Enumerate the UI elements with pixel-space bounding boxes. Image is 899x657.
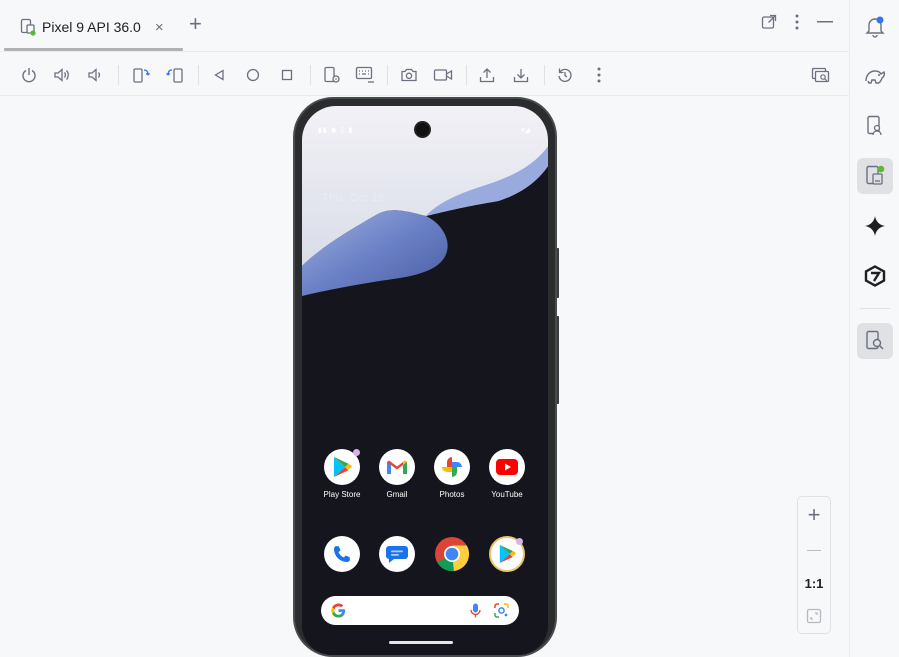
running-devices-window: Pixel 9 API 36.0 × + ▮▮ ◉ ▯ ▮ ▾◢ Thu, Oc… (0, 0, 899, 657)
app-play-store-dock[interactable] (482, 536, 532, 572)
voice-search-icon[interactable] (470, 603, 481, 619)
close-tab-icon[interactable]: × (155, 19, 164, 36)
zoom-in-button[interactable]: + (798, 500, 830, 530)
running-devices-icon[interactable] (857, 158, 893, 194)
layout-inspector-icon[interactable] (857, 323, 893, 359)
strip-separator (860, 308, 890, 309)
status-icons-right: ▾◢ (521, 127, 530, 134)
gesture-nav-bar[interactable] (389, 641, 453, 644)
active-tab-indicator (4, 48, 183, 51)
app-label: Play Store (323, 490, 361, 499)
zoom-out-button[interactable]: — (798, 534, 830, 564)
overview-icon[interactable] (276, 64, 298, 86)
app-messages[interactable] (372, 536, 422, 572)
app-dock (317, 536, 532, 572)
upload-icon[interactable] (476, 64, 498, 86)
phone-frame: ▮▮ ◉ ▯ ▮ ▾◢ Thu, Oct 16 Play Store Gmail (293, 97, 557, 657)
download-icon[interactable] (510, 64, 532, 86)
play-store-alt-icon (489, 536, 525, 572)
add-device-button[interactable]: + (189, 13, 202, 35)
app-photos[interactable]: Photos (427, 449, 477, 499)
phone-icon (324, 536, 360, 572)
toolbar-separator (198, 65, 199, 85)
right-tool-strip (849, 0, 899, 657)
app-row-primary: Play Store Gmail Photos YouTube (317, 449, 532, 499)
youtube-icon (489, 449, 525, 485)
home-icon[interactable] (242, 64, 264, 86)
tab-pixel-9[interactable]: Pixel 9 API 36.0 × (6, 8, 184, 46)
device-toolbar (0, 53, 849, 96)
gradle-icon[interactable] (857, 58, 893, 94)
toolbar-separator (466, 65, 467, 85)
screen-record-icon[interactable] (432, 64, 454, 86)
screenshot-icon[interactable] (398, 64, 420, 86)
photos-icon (434, 449, 470, 485)
app-label: Gmail (386, 490, 408, 499)
back-icon[interactable] (208, 64, 230, 86)
google-icon (331, 603, 346, 618)
front-camera (414, 121, 431, 138)
actual-size-button[interactable]: 1:1 (798, 568, 830, 598)
volume-up-icon[interactable] (51, 64, 73, 86)
messages-icon (379, 536, 415, 572)
reset-icon[interactable] (554, 64, 576, 86)
more-icon[interactable] (588, 64, 610, 86)
date-widget[interactable]: Thu, Oct 16 (322, 192, 385, 204)
toolbar-separator (310, 65, 311, 85)
volume-down-icon[interactable] (84, 64, 106, 86)
status-icons-left: ▮▮ ◉ ▯ ▮ (318, 127, 354, 134)
app-chrome[interactable] (427, 536, 477, 572)
chrome-icon (434, 536, 470, 572)
app-youtube[interactable]: YouTube (482, 449, 532, 499)
notification-badge (516, 538, 523, 545)
play-store-icon (324, 449, 360, 485)
notification-badge (353, 449, 360, 456)
toolbar-separator (387, 65, 388, 85)
gemini-icon[interactable] (857, 208, 893, 244)
google-search-bar[interactable] (321, 596, 519, 625)
open-external-icon[interactable] (761, 14, 777, 30)
app-phone[interactable] (317, 536, 367, 572)
app-quality-icon[interactable] (857, 258, 893, 294)
rotate-left-icon[interactable] (130, 64, 152, 86)
fit-screen-icon[interactable] (798, 601, 830, 631)
tab-title: Pixel 9 API 36.0 (42, 19, 141, 35)
more-options-icon[interactable] (795, 14, 799, 30)
app-label: YouTube (491, 490, 523, 499)
toolbar-separator (118, 65, 119, 85)
minimize-icon[interactable] (817, 21, 833, 23)
device-icon (20, 18, 36, 36)
device-settings-icon[interactable] (321, 64, 343, 86)
device-screen[interactable]: ▮▮ ◉ ▯ ▮ ▾◢ Thu, Oct 16 Play Store Gmail (302, 106, 548, 655)
toolbar-separator (544, 65, 545, 85)
power-icon[interactable] (18, 64, 40, 86)
keyboard-icon[interactable] (354, 64, 376, 86)
zoom-controls: + — 1:1 (797, 496, 831, 634)
notifications-icon[interactable] (857, 9, 893, 45)
app-play-store[interactable]: Play Store (317, 449, 367, 499)
tab-actions (761, 14, 833, 30)
tab-bar: Pixel 9 API 36.0 × + (0, 0, 849, 52)
app-gmail[interactable]: Gmail (372, 449, 422, 499)
device-manager-icon[interactable] (857, 108, 893, 144)
google-lens-icon[interactable] (494, 603, 509, 618)
device-mirror-icon[interactable] (810, 64, 832, 86)
rotate-right-icon[interactable] (164, 64, 186, 86)
gmail-icon (379, 449, 415, 485)
app-label: Photos (439, 490, 465, 499)
